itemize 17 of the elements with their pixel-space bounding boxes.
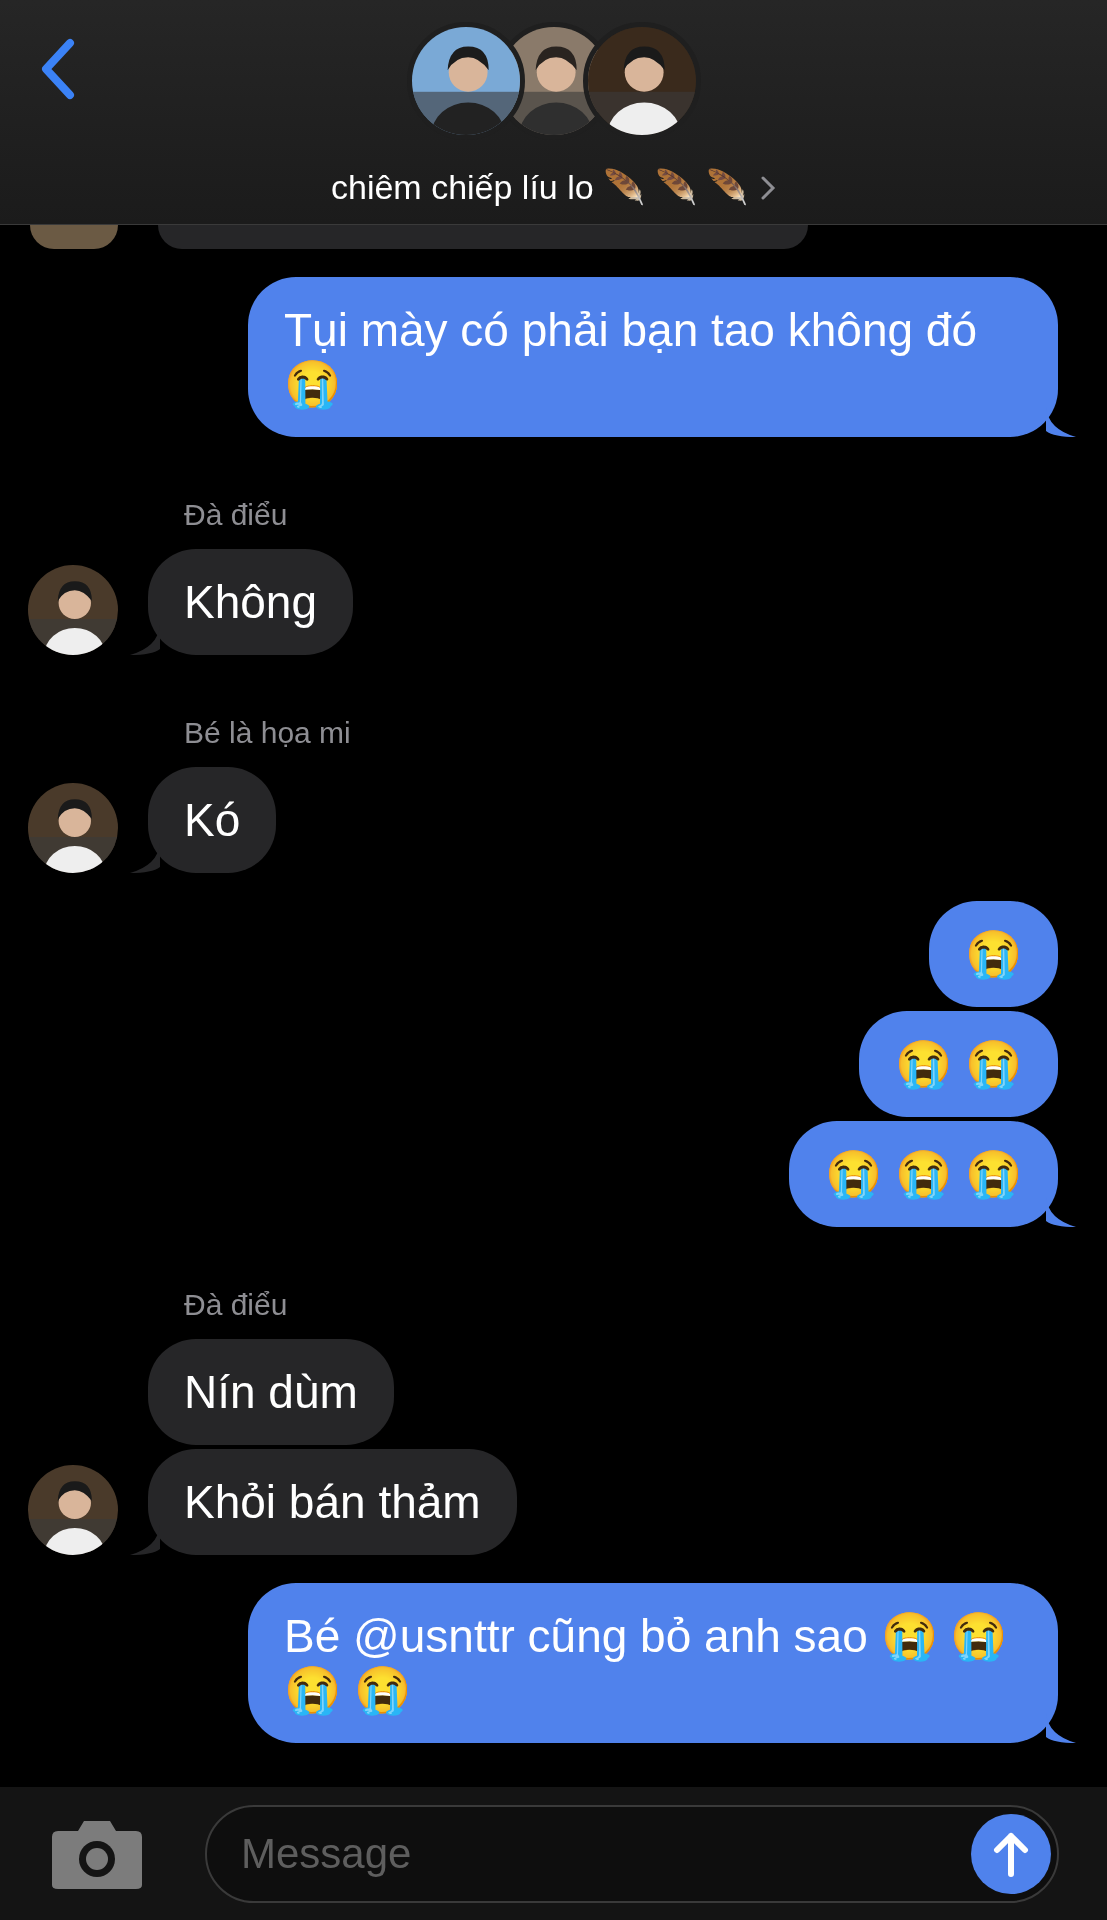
- message-bubble: 😭: [929, 901, 1058, 1007]
- message-bubble: 😭 😭: [859, 1011, 1058, 1117]
- message-field[interactable]: Message: [205, 1804, 1059, 1903]
- arrow-up-icon: [993, 1830, 1029, 1877]
- message-bubble: Bé @usnttr cũng bỏ anh sao 😭 😭 😭 😭: [248, 1583, 1058, 1743]
- chevron-icon[interactable]: [760, 174, 776, 201]
- sender-name: Bé là họa mi: [184, 715, 351, 751]
- group-title[interactable]: chiêm chiếp líu lo 🪶 🪶 🪶: [331, 162, 748, 213]
- message-bubble: Kó: [148, 767, 277, 873]
- message-bubble: Nín dùm: [148, 1339, 394, 1445]
- message-bubble: 😭 😭 😭: [789, 1121, 1058, 1227]
- message-bubble: Khỏi bán thảm: [148, 1449, 517, 1555]
- message-bubble: Tụi mày có phải bạn tao không đó 😭: [248, 277, 1058, 437]
- sender-name: Đà điểu: [184, 497, 288, 533]
- back-icon[interactable]: [40, 38, 76, 100]
- sender-name: Đà điểu: [184, 1287, 288, 1323]
- message-bubble: Không: [148, 549, 353, 655]
